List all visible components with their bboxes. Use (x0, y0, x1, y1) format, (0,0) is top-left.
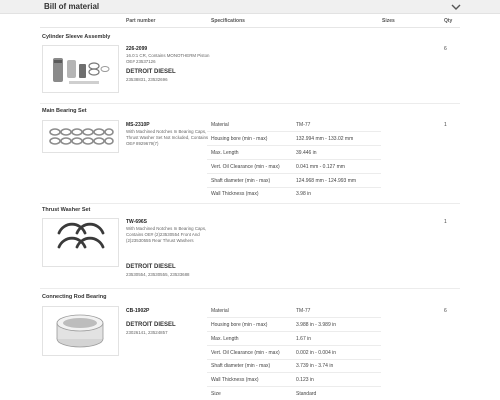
main-bearing-set-icon[interactable] (42, 120, 119, 153)
section-title-connecting-rod: Connecting Rod Bearing (42, 294, 107, 300)
section-title-cylinder-sleeve: Cylinder Sleeve Assembly (42, 34, 111, 40)
chevron-down-icon[interactable] (450, 1, 462, 13)
spec-label: Wall Thickness (max) (211, 377, 259, 383)
qty-value: 6 (444, 308, 447, 314)
header-divider (40, 27, 460, 28)
spec-value: 124.968 mm - 124.993 mm (296, 178, 357, 184)
column-header-part-number: Part number (126, 18, 156, 24)
part-number[interactable]: MS-2310P (126, 122, 150, 128)
part-number[interactable]: TW-696S (126, 219, 147, 225)
spec-divider (207, 359, 381, 360)
part-description: With Machined Notches In Bearing Caps, C… (126, 226, 207, 243)
spec-divider (207, 131, 381, 132)
spec-value: TM-77 (296, 308, 311, 314)
part-description: With Machined Notches In Bearing Caps, T… (126, 129, 209, 146)
spec-value: 39.446 in (296, 150, 317, 156)
spec-label: Size (211, 391, 221, 397)
spec-label: Max. Length (211, 336, 239, 342)
connecting-rod-bearing-icon[interactable] (42, 306, 119, 356)
brand-name: DETROIT DIESEL (126, 69, 176, 75)
spec-divider (207, 159, 381, 160)
section-title-thrust-washer: Thrust Washer Set (42, 207, 91, 213)
spec-divider (207, 173, 381, 174)
spec-label: Wall Thickness (max) (211, 191, 259, 197)
part-description: 16.0:1 CR, Contains MONOTHERM Piston OE#… (126, 53, 210, 64)
column-header-sizes: Sizes (382, 18, 395, 24)
brand-name: DETROIT DIESEL (126, 264, 176, 270)
spec-divider (207, 187, 381, 188)
cross-references: 23538831, 23532696 (126, 77, 168, 82)
spec-label: Vert. Oil Clearance (min - max) (211, 350, 280, 356)
cross-references: 23026141, 23524857 (126, 330, 168, 335)
spec-value: 0.002 in - 0.004 in (296, 350, 337, 356)
spec-value: 0.123 in (296, 377, 314, 383)
qty-value: 1 (444, 219, 447, 225)
spec-divider (207, 145, 381, 146)
thrust-washer-set-icon[interactable] (42, 218, 119, 267)
column-header-specifications: Specifications (211, 18, 245, 24)
part-number[interactable]: 226-2099 (126, 46, 147, 52)
spec-value: 132.994 mm - 133.02 mm (296, 136, 354, 142)
part-number[interactable]: CB-1902P (126, 308, 149, 314)
spec-label: Material (211, 122, 229, 128)
cross-references: 23530554, 23530555, 23533688 (126, 272, 190, 277)
spec-divider (207, 386, 381, 387)
cylinder-sleeve-kit-icon[interactable] (42, 45, 119, 93)
section-divider (40, 203, 460, 204)
spec-label: Shaft diameter (min - max) (211, 363, 271, 369)
spec-label: Housing bore (min - max) (211, 136, 268, 142)
spec-value: 1.67 in (296, 336, 312, 342)
spec-label: Shaft diameter (min - max) (211, 178, 271, 184)
qty-value: 1 (444, 122, 447, 128)
section-title-main-bearing: Main Bearing Set (42, 108, 87, 114)
spec-divider (207, 345, 381, 346)
brand-name: DETROIT DIESEL (126, 322, 176, 328)
spec-value: TM-77 (296, 122, 311, 128)
spec-label: Vert. Oil Clearance (min - max) (211, 164, 280, 170)
spec-divider (207, 317, 381, 318)
page-title: Bill of material (44, 2, 100, 11)
section-divider (40, 288, 460, 289)
spec-value: 3.988 in - 3.989 in (296, 322, 337, 328)
spec-label: Housing bore (min - max) (211, 322, 268, 328)
column-header-qty: Qty (444, 18, 453, 24)
qty-value: 6 (444, 46, 447, 52)
spec-label: Material (211, 308, 229, 314)
spec-divider (207, 372, 381, 373)
spec-label: Max. Length (211, 150, 239, 156)
spec-value: 0.041 mm - 0.127 mm (296, 164, 345, 170)
spec-value: Standard (296, 391, 317, 397)
spec-divider (207, 331, 381, 332)
section-divider (40, 103, 460, 104)
spec-value: 3.98 in (296, 191, 312, 197)
spec-value: 3.739 in - 3.74 in (296, 363, 334, 369)
